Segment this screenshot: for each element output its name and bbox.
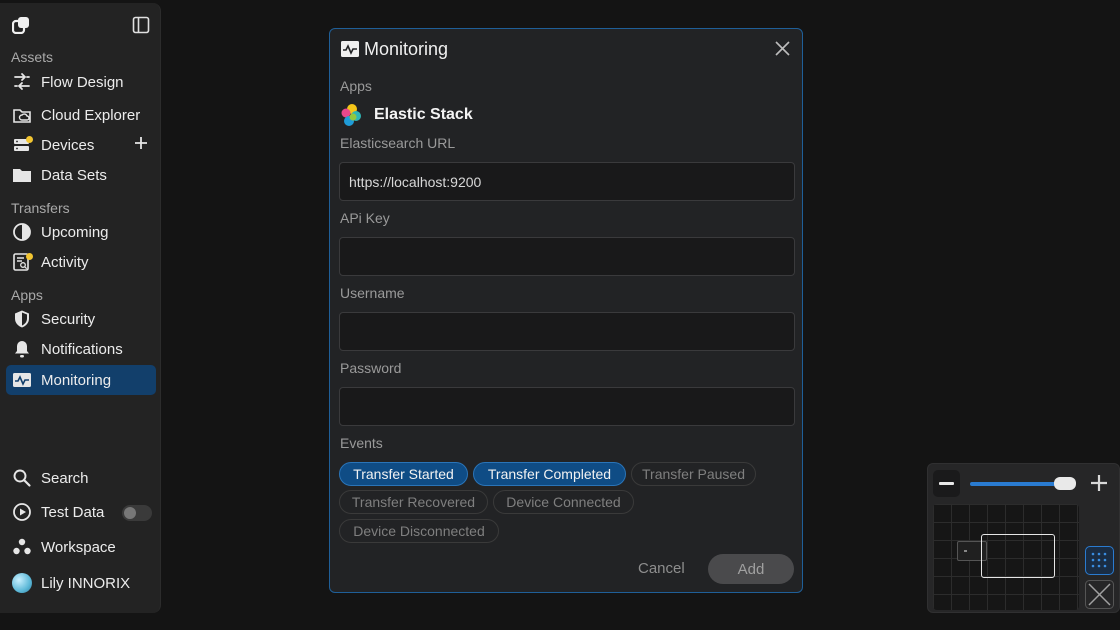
folder-icon [13,169,31,182]
sidebar-item-workspace[interactable]: Workspace [6,532,156,562]
sidebar-item-label: Devices [41,136,95,154]
section-apps: Apps [11,287,43,303]
selected-app: Elastic Stack [340,103,473,127]
sidebar-item-label: Workspace [41,538,116,556]
sidebar-item-label: Security [41,310,96,328]
add-device-icon[interactable] [134,136,148,150]
flow-icon [14,73,30,90]
sidebar-item-user[interactable]: Lily INNORIX [6,568,156,598]
password-input[interactable] [339,387,795,426]
sidebar: Assets Flow Design Cloud Explorer Device… [0,3,161,613]
section-transfers: Transfers [11,200,70,216]
sidebar-item-label: Data Sets [41,166,107,184]
event-chip-transfer-completed[interactable]: Transfer Completed [473,462,626,486]
devices-badge [26,136,33,143]
event-chip-transfer-recovered[interactable]: Transfer Recovered [339,490,488,514]
search-icon [13,469,31,487]
shield-icon [15,310,29,328]
test-data-toggle[interactable] [122,505,152,521]
sidebar-item-security[interactable]: Security [6,304,156,334]
apps-label: Apps [340,78,372,94]
zoom-in-icon[interactable] [1088,472,1110,494]
sidebar-item-label: Monitoring [41,371,112,389]
url-label: Elasticsearch URL [340,135,456,151]
minimap-panel [927,463,1120,613]
section-assets: Assets [11,49,54,65]
bell-icon [15,341,29,358]
activity-icon [12,252,33,272]
app-name: Elastic Stack [374,106,473,123]
sidebar-item-label: Flow Design [41,73,124,91]
password-label: Password [340,360,402,376]
close-icon[interactable] [775,41,790,56]
dialog-title: Monitoring [364,39,449,59]
user-name: Lily INNORIX [41,574,131,592]
activity-badge [26,253,33,260]
monitor-pulse-icon [13,373,31,387]
minimap-viewport[interactable] [981,534,1055,578]
sidebar-item-label: Search [41,469,89,487]
sidebar-item-label: Cloud Explorer [41,106,141,124]
sidebar-item-cloud-explorer[interactable]: Cloud Explorer [6,100,156,130]
app-logo-icon[interactable] [12,16,30,34]
devices-icon [12,135,33,155]
sidebar-item-upcoming[interactable]: Upcoming [6,217,156,247]
sidebar-item-label: Upcoming [41,223,109,241]
avatar [12,573,32,593]
sidebar-item-notifications[interactable]: Notifications [6,334,156,364]
events-label: Events [340,435,383,451]
event-chip-transfer-started[interactable]: Transfer Started [339,462,468,486]
sidebar-item-test-data[interactable]: Test Data [6,497,156,527]
sidebar-item-devices[interactable]: Devices [6,130,156,160]
api-key-label: APi Key [340,210,390,226]
grid-dots-icon[interactable] [1085,546,1114,575]
monitoring-dialog: Monitoring Apps Elastic Stack Elasticsea… [329,28,803,593]
sidebar-item-search[interactable]: Search [6,463,156,493]
cross-icon[interactable] [1085,580,1114,609]
event-chip-device-disconnected[interactable]: Device Disconnected [339,519,499,543]
monitor-pulse-icon [341,41,359,57]
sidebar-item-label: Activity [41,253,89,271]
zoom-out-icon[interactable] [933,470,960,497]
username-label: Username [340,285,405,301]
elasticsearch-url-input[interactable] [339,162,795,201]
cloud-folder-icon [13,109,31,123]
event-chip-transfer-paused[interactable]: Transfer Paused [631,462,756,486]
workspace-icon [13,538,31,555]
sidebar-item-data-sets[interactable]: Data Sets [6,160,156,190]
sidebar-item-activity[interactable]: Activity [6,247,156,277]
sidebar-item-label: Test Data [41,503,105,521]
zoom-slider-handle[interactable] [1054,477,1076,490]
api-key-input[interactable] [339,237,795,276]
sidebar-collapse-icon[interactable] [132,16,150,34]
event-chip-device-connected[interactable]: Device Connected [493,490,634,514]
username-input[interactable] [339,312,795,351]
sidebar-item-monitoring[interactable]: Monitoring [6,365,156,395]
play-circle-icon [13,503,31,521]
add-button[interactable]: Add [708,554,794,584]
minimap-canvas[interactable] [933,504,1079,610]
sidebar-item-label: Notifications [41,340,123,358]
pie-clock-icon [13,223,31,241]
elastic-logo-icon [341,104,361,126]
sidebar-header [0,3,160,45]
sidebar-item-flow-design[interactable]: Flow Design [6,67,156,97]
cancel-button[interactable]: Cancel [638,560,685,577]
